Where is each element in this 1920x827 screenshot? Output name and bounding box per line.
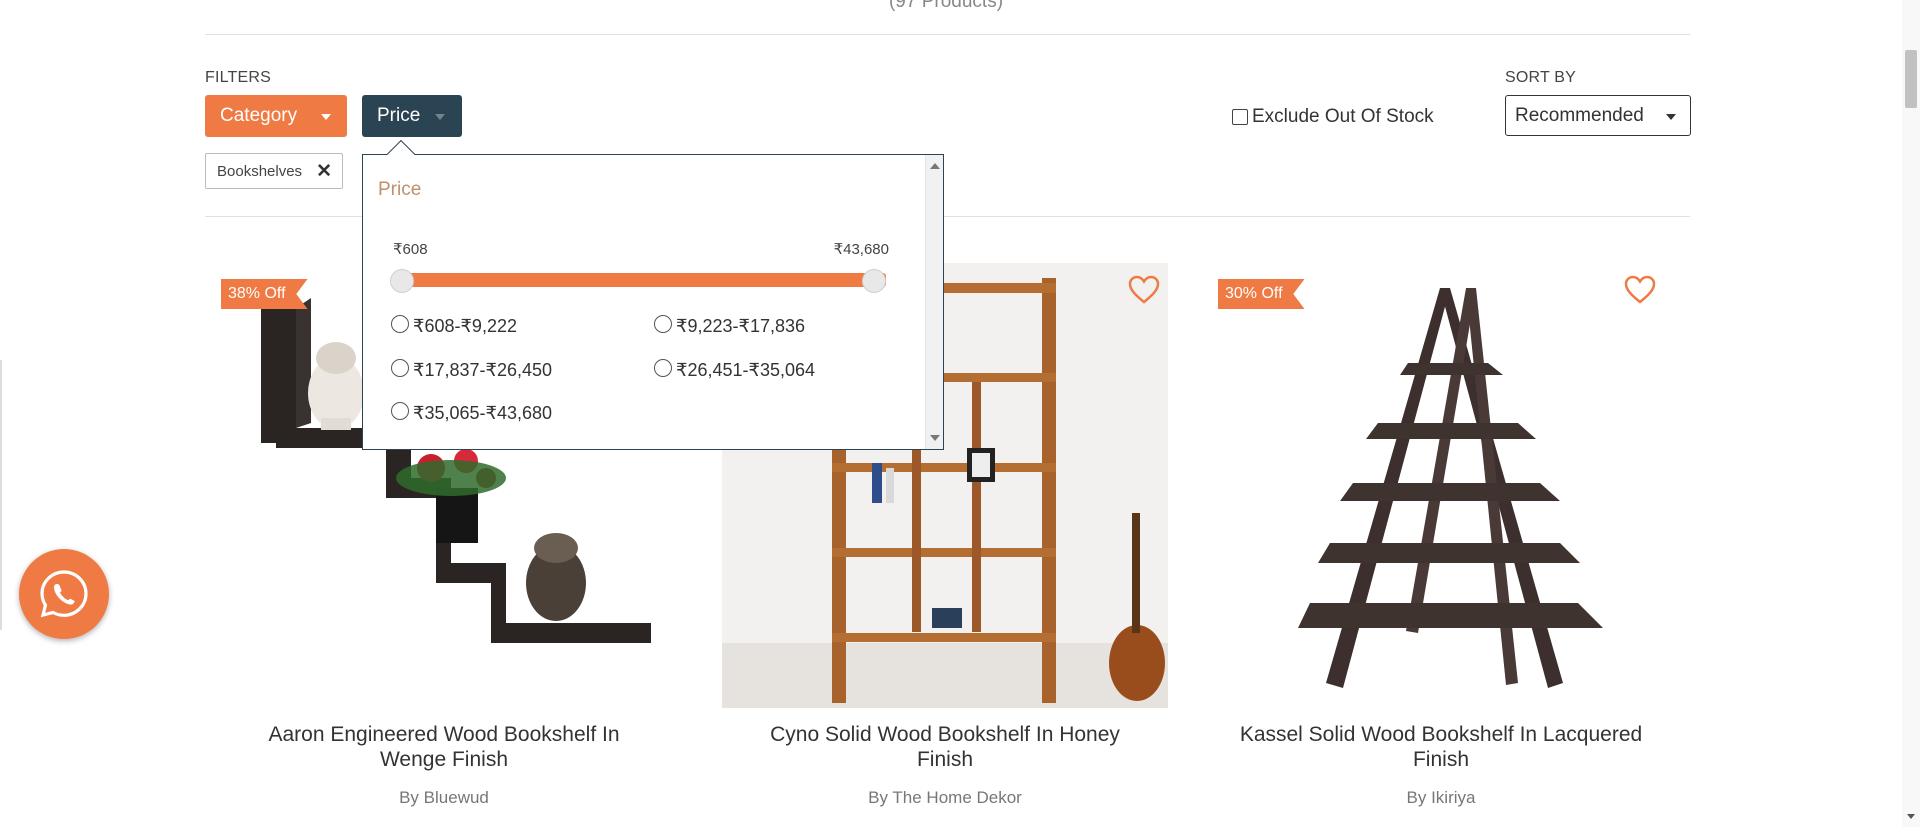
price-filter-label: Price xyxy=(377,105,421,126)
product-title[interactable]: Cyno Solid Wood Bookshelf In Honey Finis… xyxy=(722,722,1168,772)
chevron-down-icon xyxy=(435,114,445,120)
brand-prefix: By xyxy=(399,788,419,807)
scroll-up-icon[interactable] xyxy=(930,163,940,169)
brand-name[interactable]: Bluewud xyxy=(424,788,489,807)
price-filter-button[interactable]: Price xyxy=(362,95,462,137)
product-brand[interactable]: By The Home Dekor xyxy=(722,788,1168,808)
brand-name[interactable]: Ikiriya xyxy=(1431,788,1475,807)
radio-button[interactable] xyxy=(391,401,409,420)
chevron-down-icon xyxy=(321,114,331,120)
product-brand[interactable]: By Bluewud xyxy=(221,788,667,808)
brand-prefix: By xyxy=(868,788,888,807)
category-filter-label: Category xyxy=(220,105,298,126)
price-option[interactable]: ₹608-₹9,222 xyxy=(391,314,517,337)
exclude-out-of-stock[interactable]: Exclude Out Of Stock xyxy=(1232,106,1434,128)
price-dropdown: Price ₹608 ₹43,680 ₹608-₹9,222 ₹9,223-₹1… xyxy=(362,139,944,450)
sort-label: SORT BY xyxy=(1505,69,1577,86)
price-option-label: ₹9,223-₹17,836 xyxy=(676,316,805,336)
divider xyxy=(205,34,1690,35)
scrollbar-thumb[interactable] xyxy=(1905,50,1917,108)
product-title[interactable]: Aaron Engineered Wood Bookshelf In Wenge… xyxy=(221,722,667,772)
dropdown-pointer xyxy=(386,139,416,169)
exclude-out-of-stock-label: Exclude Out Of Stock xyxy=(1252,106,1434,127)
price-option[interactable]: ₹26,451-₹35,064 xyxy=(654,358,816,381)
price-option-label: ₹17,837-₹26,450 xyxy=(413,360,553,380)
scroll-down-icon[interactable] xyxy=(1907,814,1915,819)
brand-name[interactable]: The Home Dekor xyxy=(892,788,1021,807)
bookshelf-image xyxy=(1218,263,1664,708)
heart-icon[interactable] xyxy=(1128,275,1160,305)
page-scrollbar[interactable] xyxy=(1902,0,1920,827)
price-option-label: ₹26,451-₹35,064 xyxy=(676,360,816,380)
active-filter-chip: Bookshelves ✕ xyxy=(205,153,343,189)
price-option[interactable]: ₹17,837-₹26,450 xyxy=(391,358,553,381)
brand-prefix: By xyxy=(1406,788,1427,807)
chip-label: Bookshelves xyxy=(217,162,303,180)
product-brand[interactable]: By Ikiriya xyxy=(1218,788,1664,808)
scroll-down-icon[interactable] xyxy=(930,435,940,441)
discount-badge: 30% Off xyxy=(1218,279,1305,309)
price-slider-track[interactable] xyxy=(398,273,886,287)
whatsapp-icon xyxy=(40,570,88,618)
price-option-label: ₹35,065-₹43,680 xyxy=(413,403,553,423)
product-image[interactable]: 30% Off xyxy=(1218,263,1664,708)
chevron-down-icon xyxy=(1666,114,1676,120)
radio-button[interactable] xyxy=(654,314,672,333)
filters-label: FILTERS xyxy=(205,69,272,86)
radio-button[interactable] xyxy=(391,358,409,377)
price-range-min: ₹608 xyxy=(393,241,428,258)
price-option-label: ₹608-₹9,222 xyxy=(413,316,517,336)
category-filter-button[interactable]: Category xyxy=(205,95,347,137)
dropdown-scrollbar[interactable] xyxy=(925,155,943,449)
sort-select[interactable]: Recommended xyxy=(1505,95,1691,136)
price-option[interactable]: ₹35,065-₹43,680 xyxy=(391,401,553,424)
close-icon[interactable]: ✕ xyxy=(316,162,332,181)
price-slider-min-handle[interactable] xyxy=(390,269,414,293)
page-edge xyxy=(0,360,2,630)
price-range-max: ₹43,680 xyxy=(833,241,889,258)
price-dropdown-title: Price xyxy=(378,179,422,200)
price-slider-max-handle[interactable] xyxy=(862,269,886,293)
whatsapp-chat-button[interactable] xyxy=(19,549,109,639)
radio-button[interactable] xyxy=(391,314,409,333)
heart-icon[interactable] xyxy=(1624,275,1656,305)
product-count: (97 Products) xyxy=(888,0,1004,12)
product-title[interactable]: Kassel Solid Wood Bookshelf In Lacquered… xyxy=(1218,722,1664,772)
product-card[interactable]: 30% Off Kassel Solid Wood Bookshelf In L… xyxy=(1218,263,1664,808)
discount-badge: 38% Off xyxy=(221,279,308,309)
sort-selected-value: Recommended xyxy=(1515,104,1644,126)
price-option[interactable]: ₹9,223-₹17,836 xyxy=(654,314,805,337)
radio-button[interactable] xyxy=(654,358,672,377)
exclude-out-of-stock-checkbox[interactable] xyxy=(1232,109,1248,125)
